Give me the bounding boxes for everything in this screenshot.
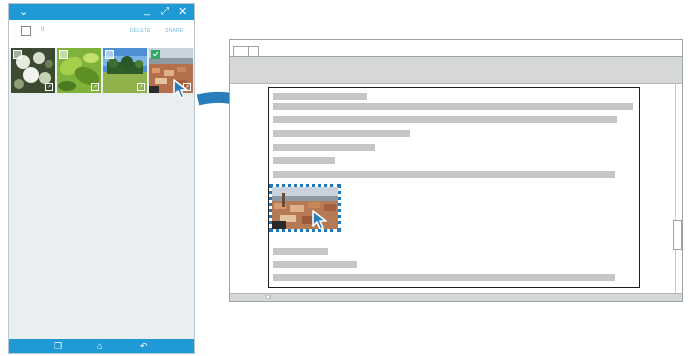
document-tab[interactable] [233,46,259,56]
mouse-pointer-icon [312,210,327,229]
thumbnail-field[interactable]: ↗ [103,48,147,93]
delete-button[interactable]: DELETE [130,28,151,34]
thumbnail-flowers[interactable]: ↗ [11,48,55,93]
select-all-checkbox[interactable] [21,26,31,36]
dropped-image-frame[interactable] [269,184,341,232]
expand-icon[interactable]: ↗ [45,83,53,91]
thumbnail-checkbox[interactable] [59,50,68,59]
thumbnail-leaves[interactable]: ↗ [57,48,101,93]
text-line [273,144,375,151]
vertical-scrollbar[interactable] [673,84,682,294]
thumbnail-checkbox-checked[interactable] [151,50,160,59]
phone-nav-bar: ❐ ⌂ ↶ [9,339,194,353]
close-icon[interactable]: ✕ [178,5,187,19]
text-line [273,103,633,110]
text-line [273,93,367,100]
text-line [273,171,615,178]
scrollbar-thumb[interactable] [673,220,682,250]
expand-icon[interactable]: ↗ [137,83,145,91]
recent-apps-icon[interactable]: ❐ [54,340,62,352]
window-tab-bar [230,40,682,57]
text-line [273,116,617,123]
text-line [273,261,357,268]
thumbnail-strip: ↗ ↗ ↗ ↗ [11,48,195,99]
chevron-down-icon[interactable]: ⌄ [19,5,28,19]
minimize-icon[interactable]: _ [144,3,150,17]
expand-icon[interactable]: ⤢ [161,5,169,19]
thumbnail-checkbox[interactable] [105,50,114,59]
phone-title-bar: ⌄ _ ⤢ ✕ [9,4,194,20]
text-line [273,274,615,281]
share-button[interactable]: SHARE [165,28,183,34]
selection-header: 0 DELETE SHARE [9,20,194,48]
horizontal-scroll-handles[interactable] [266,295,646,299]
back-icon[interactable]: ↶ [140,340,148,352]
thumbnail-checkbox[interactable] [13,50,22,59]
text-line [273,157,335,164]
text-line [273,130,410,137]
home-icon[interactable]: ⌂ [97,340,102,352]
phone-gallery-window: ⌄ _ ⤢ ✕ 0 DELETE SHARE ↗ ↗ ↗ ↗ ❐ ⌂ ↶ [8,3,195,354]
expand-icon[interactable]: ↗ [91,83,99,91]
text-line [273,248,328,255]
horizontal-scrollbar[interactable] [230,293,682,301]
selected-count: 0 [41,27,45,33]
window-toolbar [230,57,682,84]
